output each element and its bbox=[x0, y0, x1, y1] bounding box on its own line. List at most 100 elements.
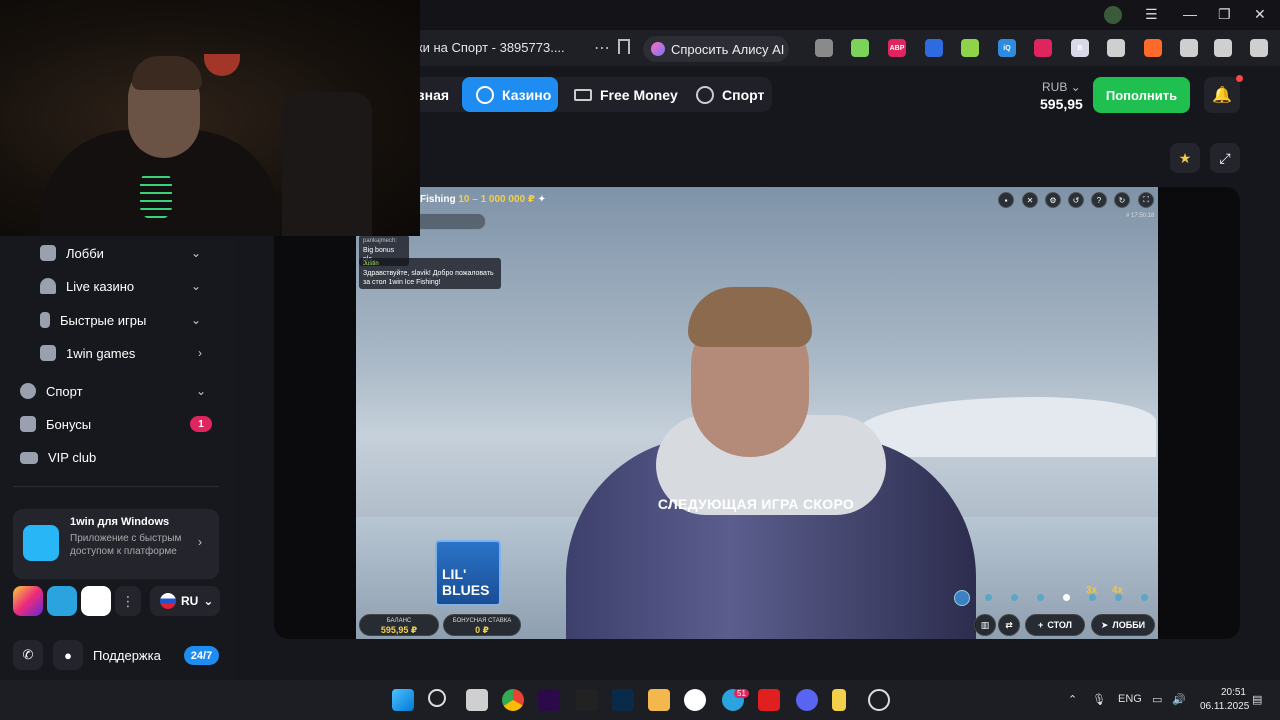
bookmark-icon[interactable] bbox=[618, 39, 630, 54]
next-game-status: СЛЕДУЮЩАЯ ИГРА СКОРО bbox=[657, 496, 855, 512]
stats-button[interactable]: ▥ bbox=[974, 614, 996, 636]
sidebar-item-lobby[interactable]: Лобби bbox=[40, 245, 104, 261]
ru-flag-icon bbox=[160, 593, 176, 609]
game-title-name: Fishing bbox=[420, 194, 456, 205]
game-balance: БАЛАНС 595,95 ₽ bbox=[359, 614, 439, 636]
swap-button[interactable]: ⇄ bbox=[998, 614, 1020, 636]
chevron-down-icon[interactable]: ⌄ bbox=[191, 246, 201, 260]
profile-avatar[interactable] bbox=[1104, 6, 1122, 24]
play-ext-icon[interactable] bbox=[1180, 39, 1198, 57]
notifications-button[interactable]: 🔔 bbox=[1204, 77, 1240, 113]
minimize-icon[interactable]: — bbox=[1183, 6, 1197, 22]
support-row[interactable]: ✆ ● Поддержка bbox=[13, 640, 161, 670]
eye-ext-icon[interactable] bbox=[815, 39, 833, 57]
history-icon[interactable]: ↺ bbox=[1068, 192, 1084, 208]
chevron-right-icon[interactable]: › bbox=[198, 535, 202, 549]
yandex-browser-icon[interactable] bbox=[684, 689, 706, 711]
task-view-icon[interactable] bbox=[466, 689, 488, 711]
nav-casino[interactable]: Казино bbox=[462, 77, 558, 112]
fullscreen-icon[interactable]: ⤢ bbox=[1210, 143, 1240, 173]
settings-icon[interactable]: ⚙ bbox=[1045, 192, 1061, 208]
table-button[interactable]: + СТОЛ bbox=[1025, 614, 1085, 636]
bonus-bet: БОНУСНАЯ СТАВКА 0 ₽ bbox=[443, 614, 521, 636]
chevron-up-icon[interactable]: ⌃ bbox=[1068, 693, 1077, 706]
network-icon[interactable]: ▭ bbox=[1152, 693, 1162, 706]
chat-input[interactable] bbox=[414, 213, 486, 230]
currency-selector[interactable]: RUB ⌄ bbox=[1042, 80, 1081, 94]
telegram-icon[interactable] bbox=[47, 586, 77, 616]
adblock-icon[interactable]: ABP bbox=[888, 39, 906, 57]
chevron-down-icon[interactable]: ⌄ bbox=[191, 279, 201, 293]
red-ext-icon[interactable] bbox=[1034, 39, 1052, 57]
instagram-icon[interactable] bbox=[13, 586, 43, 616]
microphone-icon[interactable]: 🎙 bbox=[1092, 693, 1106, 706]
refresh-icon[interactable]: ↻ bbox=[1114, 192, 1130, 208]
bag-icon[interactable] bbox=[832, 689, 846, 711]
progress-dot bbox=[1011, 594, 1018, 601]
taskbar bbox=[0, 680, 1280, 720]
nav-free-money-label: Free Money bbox=[600, 86, 678, 103]
folder-icon[interactable] bbox=[648, 689, 670, 711]
sidebar-item-1win-games[interactable]: 1win games bbox=[40, 345, 135, 361]
obs-icon[interactable] bbox=[868, 689, 890, 711]
volume-icon[interactable]: 🔊 bbox=[1172, 693, 1186, 706]
system-clock[interactable]: 20:51 06.11.2025 bbox=[1200, 686, 1249, 714]
chevron-down-icon[interactable]: ⌄ bbox=[191, 313, 201, 327]
search-icon[interactable] bbox=[428, 689, 446, 707]
photoshop-icon[interactable] bbox=[612, 689, 634, 711]
language-label: RU bbox=[181, 594, 199, 608]
chart-ext-icon[interactable] bbox=[851, 39, 869, 57]
b-app-icon[interactable] bbox=[758, 689, 780, 711]
chat-icon[interactable]: ● bbox=[53, 640, 83, 670]
language-selector[interactable]: RU ⌄ bbox=[150, 586, 220, 616]
keyboard-language[interactable]: ENG bbox=[1118, 693, 1142, 705]
logo-line-2: BLUES bbox=[442, 582, 490, 598]
menu-icon[interactable]: ☰ bbox=[1145, 6, 1158, 23]
iq-ext-icon[interactable]: iQ bbox=[998, 39, 1016, 57]
lobby-button[interactable]: ➤ ЛОББИ bbox=[1091, 614, 1155, 636]
shield-ext-icon[interactable] bbox=[925, 39, 943, 57]
chevron-down-icon: ⌄ bbox=[203, 594, 214, 608]
more-vertical-icon[interactable]: ⋮ bbox=[115, 586, 141, 616]
sidebar-item-sport[interactable]: Спорт bbox=[20, 383, 83, 399]
dot-active-marker[interactable] bbox=[954, 590, 970, 606]
sidebar-item-label: Бонусы bbox=[46, 416, 92, 432]
progress-dot bbox=[985, 594, 992, 601]
address-bar[interactable]: вки на Спорт - 3895773.... bbox=[410, 40, 565, 55]
nav-free-money[interactable]: Free Money bbox=[574, 77, 678, 112]
discord-icon[interactable] bbox=[796, 689, 818, 711]
help-icon[interactable]: ? bbox=[1091, 192, 1107, 208]
alice-ai-button[interactable]: Спросить Алису AI bbox=[643, 36, 789, 62]
chevron-right-icon[interactable]: › bbox=[198, 346, 202, 360]
nav-sport[interactable]: Спорт bbox=[696, 77, 764, 112]
close-icon[interactable]: ✕ bbox=[1254, 6, 1266, 23]
glasses-ext-icon[interactable] bbox=[1107, 39, 1125, 57]
restore-icon[interactable]: ❐ bbox=[1218, 6, 1231, 23]
translate-ext-icon[interactable] bbox=[1214, 39, 1232, 57]
dice-ext-icon[interactable] bbox=[961, 39, 979, 57]
phone-icon[interactable]: ✆ bbox=[13, 640, 43, 670]
notification-center-icon[interactable]: ▤ bbox=[1252, 693, 1262, 706]
b-ext-icon[interactable]: B bbox=[1071, 39, 1089, 57]
deposit-button[interactable]: Пополнить bbox=[1093, 77, 1190, 113]
download-icon[interactable] bbox=[1250, 39, 1268, 57]
start-icon[interactable] bbox=[392, 689, 414, 711]
chat-toggle-icon[interactable]: ▪ bbox=[998, 192, 1014, 208]
mute-icon[interactable]: ✕ bbox=[1022, 192, 1038, 208]
premiere-icon[interactable] bbox=[538, 689, 560, 711]
sidebar-item-fast-games[interactable]: Быстрые игры bbox=[40, 312, 146, 328]
lobby-label: ЛОББИ bbox=[1112, 620, 1146, 630]
chevron-down-icon[interactable]: ⌄ bbox=[196, 384, 206, 398]
expand-icon[interactable]: ⛶ bbox=[1138, 192, 1154, 208]
sidebar-item-vip[interactable]: VIP club bbox=[20, 450, 96, 465]
favorite-star-icon[interactable]: ★ bbox=[1170, 143, 1200, 173]
app-icon[interactable] bbox=[576, 689, 598, 711]
sidebar-item-bonuses[interactable]: Бонусы bbox=[20, 416, 91, 432]
threads-icon[interactable] bbox=[81, 586, 111, 616]
fire-ext-icon[interactable] bbox=[1144, 39, 1162, 57]
more-icon[interactable]: ⋯ bbox=[594, 38, 610, 58]
nav-home[interactable]: вная bbox=[416, 77, 449, 112]
sidebar-item-label: VIP club bbox=[48, 450, 97, 465]
chrome-icon[interactable] bbox=[502, 689, 524, 711]
sidebar-item-live-casino[interactable]: Live казино bbox=[40, 278, 134, 294]
